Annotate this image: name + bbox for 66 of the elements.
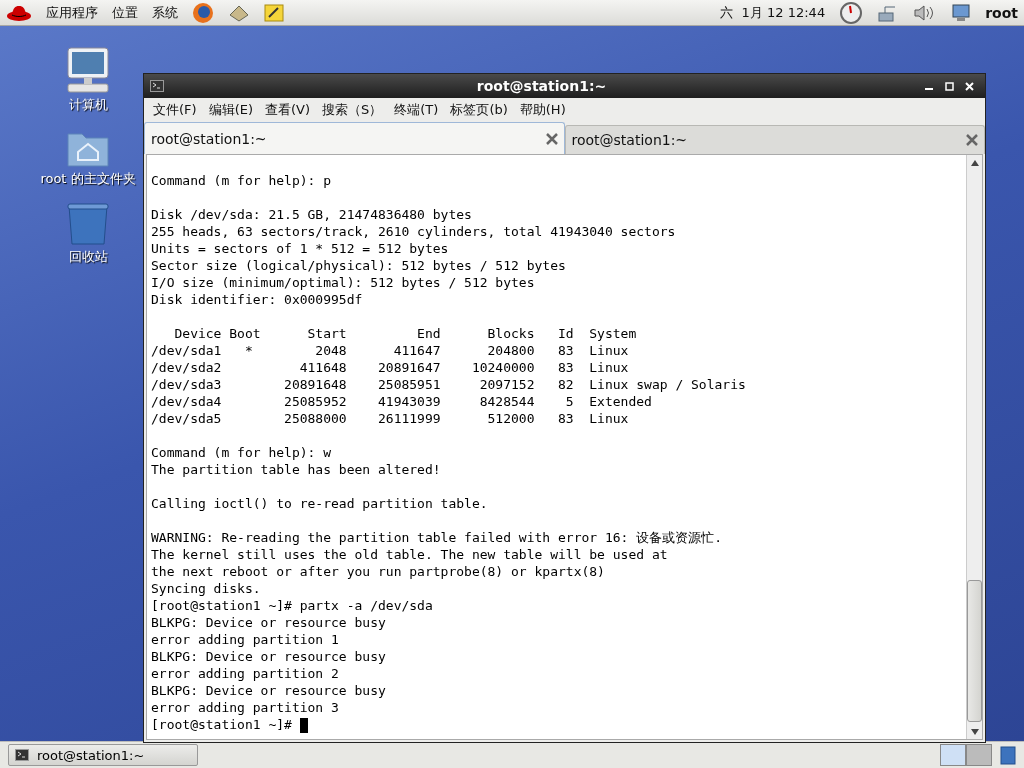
terminal-line: I/O size (minimum/optimal): 512 bytes / 512 bytes — [151, 274, 536, 291]
panel-menu[interactable]: 系统 — [152, 3, 178, 22]
terminal-line: BLKPG: Device or resource busy — [151, 682, 387, 699]
user-name[interactable]: root — [985, 4, 1018, 21]
terminal-line: Disk identifier: 0x000995df — [151, 291, 364, 308]
desktop-icon-label[interactable]: 计算机 — [68, 96, 108, 114]
terminal-line: 255 heads, 63 sectors/track, 2610 cylinders, total 41943040 sectors — [151, 223, 677, 240]
terminal-line: Calling ioctl() to re-read partition table. — [151, 495, 489, 512]
terminal-line: Device Boot Start End Blocks Id System — [173, 325, 638, 342]
workspace-switch[interactable] — [966, 744, 992, 766]
menu-item[interactable]: 文件(F) — [148, 99, 202, 121]
desktop-icon-label[interactable]: root 的主文件夹 — [40, 170, 136, 188]
terminal-line: /dev/sda5 25088000 26111999 512000 83 Linux — [151, 410, 630, 427]
terminal-line: error adding partition 3 — [151, 699, 340, 716]
terminal-line: The kernel still uses the old table. The new table will be used at — [151, 546, 669, 563]
terminal-line: The partition table has been altered! — [151, 461, 442, 478]
computer-icon — [64, 46, 112, 94]
terminal-line: Syncing disks. — [151, 580, 262, 597]
scrollbar[interactable] — [966, 155, 982, 739]
tab[interactable]: root@station1:~ — [144, 122, 565, 154]
terminal-line: the next reboot or after you run partprobe(8) or kpartx(8) — [151, 563, 606, 580]
terminal-line: /dev/sda4 25085952 41943039 8428544 5 Extended — [151, 393, 653, 410]
menu-item[interactable]: 查看(V) — [260, 99, 316, 121]
volume-icon[interactable] — [913, 2, 936, 23]
terminal-line: [root@station1 ~]# partx -a /dev/sda — [151, 597, 434, 614]
terminal-line: Disk /dev/sda: 21.5 GB, 21474836480 bytes — [151, 206, 473, 223]
cursor — [299, 718, 308, 733]
desktop-icon-label[interactable]: 回收站 — [68, 248, 108, 266]
tab-label[interactable]: root@station1:~ — [571, 132, 966, 148]
terminal-line: Sector size (logical/physical): 512 bytes / 512 bytes — [151, 257, 567, 274]
menu-item[interactable]: 搜索（S） — [317, 99, 388, 121]
window-icon — [150, 80, 164, 92]
terminal-line: BLKPG: Device or resource busy — [151, 648, 387, 665]
terminal-line: WARNING: Re-reading the partition table failed with error 16: 设备或资源忙. — [151, 529, 724, 546]
maximize-icon[interactable] — [944, 81, 954, 91]
terminal-line: error adding partition 2 — [151, 665, 340, 682]
terminal-line: BLKPG: Device or resource busy — [151, 614, 387, 631]
menu-item[interactable]: 终端(T) — [389, 99, 444, 121]
terminal-line: Command (m for help): p — [151, 172, 332, 189]
menu-item[interactable]: 标签页(b) — [445, 99, 513, 121]
scroll-thumb[interactable] — [967, 580, 982, 722]
hat-logo-icon[interactable] — [6, 3, 32, 22]
taskbar-button[interactable]: root@station1:~ — [8, 744, 198, 766]
tab[interactable]: root@station1:~ — [564, 125, 985, 154]
menu-item[interactable]: 编辑(E) — [203, 99, 258, 121]
browser-icon[interactable] — [192, 1, 214, 24]
clock[interactable]: 六 1月 12 12:44 — [720, 3, 826, 22]
terminal-line: /dev/sda2 411648 20891647 10240000 83 Linux — [151, 359, 630, 376]
terminal-line: error adding partition 1 — [151, 631, 340, 648]
terminal-line: /dev/sda3 20891648 25085951 2097152 82 Linux swap / Solaris — [151, 376, 747, 393]
tab-label[interactable]: root@station1:~ — [151, 130, 546, 147]
scroll-up-arrow-icon[interactable] — [970, 159, 979, 166]
panel-menu[interactable]: 应用程序 — [46, 3, 98, 22]
gauge-icon[interactable] — [839, 0, 864, 25]
terminal-line: [root@station1 ~]# — [151, 716, 962, 733]
scroll-down-arrow-icon[interactable] — [970, 728, 979, 735]
monitor-icon[interactable] — [949, 2, 972, 23]
terminal-line: Units = sectors of 1 * 512 = 512 bytes — [151, 240, 450, 257]
terminal-line: /dev/sda1 * 2048 411647 204800 83 Linux — [151, 342, 630, 359]
window-title: root@station1:~ — [475, 78, 608, 94]
workspace-switch[interactable] — [940, 744, 966, 766]
menu-item[interactable]: 帮助(H) — [514, 99, 571, 121]
terminal-line: Command (m for help): w — [151, 444, 332, 461]
notepad-icon[interactable] — [264, 2, 284, 23]
terminal-icon — [15, 749, 29, 761]
panel-menu[interactable]: 位置 — [112, 3, 138, 22]
